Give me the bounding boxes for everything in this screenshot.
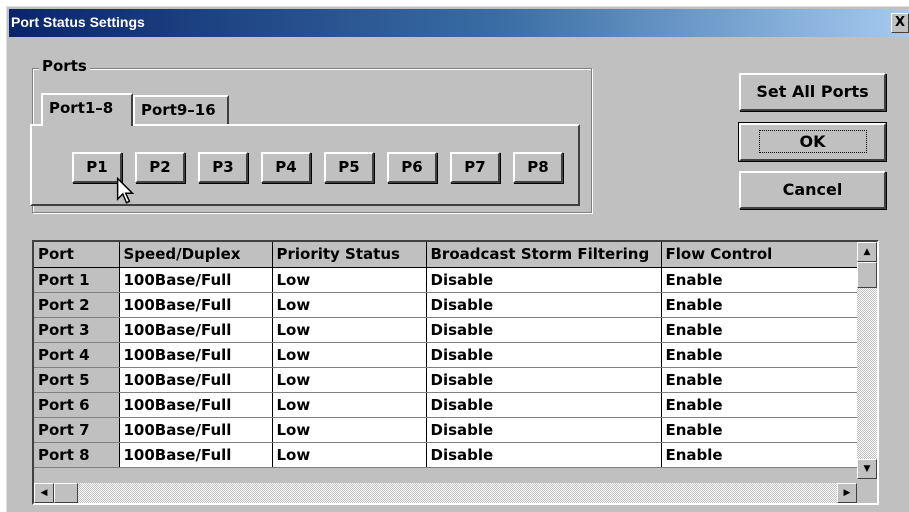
table-cell[interactable]: Low [272,442,427,468]
row-header-cell[interactable]: Port 7 [34,417,120,443]
column-header-speed-duplex[interactable]: Speed/Duplex [119,242,273,268]
table-cell[interactable]: 100Base/Full [119,342,273,368]
table-cell[interactable]: 100Base/Full [119,367,273,393]
table-cell[interactable]: Disable [426,442,662,468]
table-cell[interactable]: Low [272,267,427,293]
close-button[interactable]: X [891,13,909,33]
scroll-left-button[interactable]: ◀ [34,483,54,503]
table-row[interactable]: Port 8 100Base/Full Low Disable Enable [34,442,858,468]
table-cell[interactable]: Low [272,392,427,418]
title-bar[interactable]: Port Status Settings X [9,9,909,37]
table-row[interactable]: Port 7 100Base/Full Low Disable Enable [34,417,858,443]
tab-label: Port9–16 [141,101,216,119]
table-cell[interactable]: 100Base/Full [119,292,273,318]
table-row[interactable]: Port 1 100Base/Full Low Disable Enable [34,267,858,293]
scroll-right-arrow-icon: ▶ [843,488,851,498]
column-header-port[interactable]: Port [34,242,120,268]
column-header-priority-status[interactable]: Priority Status [272,242,427,268]
table-cell[interactable]: Enable [661,317,858,343]
row-header-cell[interactable]: Port 5 [34,367,120,393]
table-row[interactable]: Port 4 100Base/Full Low Disable Enable [34,342,858,368]
row-header-cell[interactable]: Port 4 [34,342,120,368]
table-cell[interactable]: 100Base/Full [119,392,273,418]
tab-label: Port1–8 [49,99,114,117]
scroll-down-arrow-icon: ▼ [863,464,871,474]
vertical-scroll-thumb[interactable] [857,262,877,288]
table-cell[interactable]: Disable [426,417,662,443]
scroll-up-button[interactable]: ▲ [857,242,877,262]
set-all-ports-button[interactable]: Set All Ports [739,73,886,111]
table-cell[interactable]: Low [272,342,427,368]
column-header-broadcast-storm-filtering[interactable]: Broadcast Storm Filtering [426,242,662,268]
table-row[interactable]: Port 2 100Base/Full Low Disable Enable [34,292,858,318]
horizontal-scroll-thumb[interactable] [54,483,78,503]
table-cell[interactable]: Enable [661,342,858,368]
table-cell[interactable]: Low [272,292,427,318]
table-cell[interactable]: Enable [661,267,858,293]
ok-button-label: OK [758,130,867,153]
port-button-p7[interactable]: P7 [450,152,500,183]
table-row[interactable]: Port 6 100Base/Full Low Disable Enable [34,392,858,418]
port-button-p8[interactable]: P8 [513,152,563,183]
table-cell[interactable]: Disable [426,342,662,368]
close-icon: X [894,15,906,30]
column-header-flow-control[interactable]: Flow Control [661,242,858,268]
mouse-pointer-icon [116,177,134,204]
port-button-p3[interactable]: P3 [198,152,248,183]
table-cell[interactable]: Disable [426,292,662,318]
row-header-cell[interactable]: Port 8 [34,442,120,468]
table-cell[interactable]: 100Base/Full [119,417,273,443]
table-cell[interactable]: 100Base/Full [119,317,273,343]
port-status-grid[interactable]: Port Speed/Duplex Priority Status Broadc… [32,240,879,505]
table-cell[interactable]: Disable [426,317,662,343]
table-cell[interactable]: Enable [661,442,858,468]
window-title: Port Status Settings [11,14,145,30]
table-cell[interactable]: Enable [661,392,858,418]
table-header-row: Port Speed/Duplex Priority Status Broadc… [34,242,858,268]
scroll-right-button[interactable]: ▶ [837,483,857,503]
scroll-down-button[interactable]: ▼ [857,459,877,479]
tab-port1-8[interactable]: Port1–8 [41,93,133,126]
table-cell[interactable]: Enable [661,367,858,393]
port-button-p6[interactable]: P6 [387,152,437,183]
table-cell[interactable]: 100Base/Full [119,442,273,468]
port-status-table: Port Speed/Duplex Priority Status Broadc… [34,242,858,468]
port-button-p2[interactable]: P2 [135,152,185,183]
horizontal-scrollbar[interactable]: ◀ ▶ [34,483,857,503]
scroll-left-arrow-icon: ◀ [40,488,48,498]
vertical-scrollbar[interactable]: ▲ ▼ [857,242,877,479]
table-cell[interactable]: 100Base/Full [119,267,273,293]
port-status-dialog: Port Status Settings X Ports Port1–8 Por… [6,6,909,512]
row-header-cell[interactable]: Port 3 [34,317,120,343]
ports-group-label: Ports [39,57,90,75]
table-cell[interactable]: Disable [426,267,662,293]
scroll-up-arrow-icon: ▲ [863,247,871,257]
table-cell[interactable]: Disable [426,392,662,418]
table-cell[interactable]: Low [272,417,427,443]
port-button-p5[interactable]: P5 [324,152,374,183]
table-cell[interactable]: Disable [426,367,662,393]
table-cell[interactable]: Low [272,317,427,343]
row-header-cell[interactable]: Port 6 [34,392,120,418]
port-button-p1[interactable]: P1 [72,152,122,183]
table-row[interactable]: Port 5 100Base/Full Low Disable Enable [34,367,858,393]
cancel-button[interactable]: Cancel [739,171,886,209]
port-button-p4[interactable]: P4 [261,152,311,183]
row-header-cell[interactable]: Port 1 [34,267,120,293]
port-buttons-panel: P1 P2 P3 P4 P5 P6 P7 P8 [30,124,580,206]
table-cell[interactable]: Enable [661,417,858,443]
row-header-cell[interactable]: Port 2 [34,292,120,318]
ok-button[interactable]: OK [738,122,887,162]
scrollbar-corner [857,483,877,503]
table-cell[interactable]: Enable [661,292,858,318]
tab-port9-16[interactable]: Port9–16 [133,95,229,125]
table-row[interactable]: Port 3 100Base/Full Low Disable Enable [34,317,858,343]
table-cell[interactable]: Low [272,367,427,393]
